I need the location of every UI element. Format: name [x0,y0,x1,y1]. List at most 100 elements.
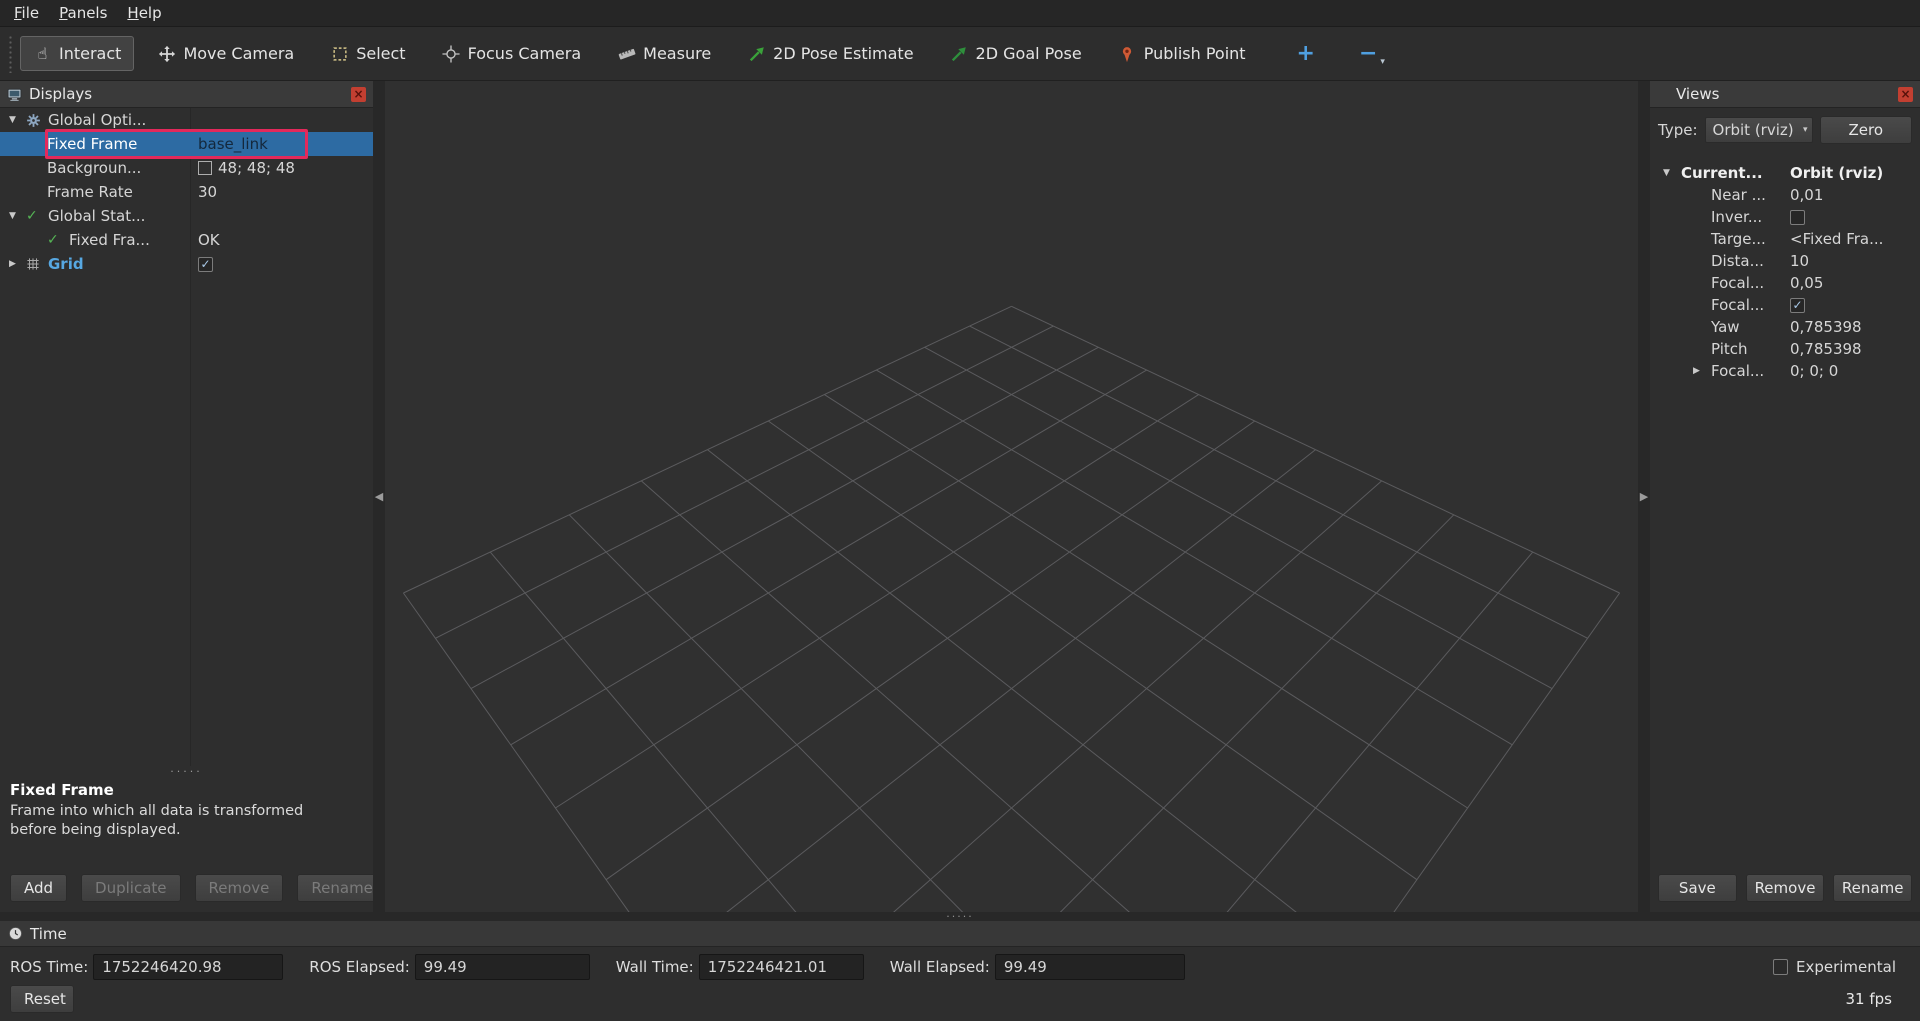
measure-ruler-icon [617,44,636,63]
property-name: Global Stat... [48,207,145,225]
remove-button[interactable]: Remove [1746,874,1825,902]
view-type-combobox[interactable]: Orbit (rviz) ▾ [1705,117,1813,143]
time-field-value[interactable]: 99.49 [415,954,590,980]
property-name: Grid [48,255,84,273]
tool-measure[interactable]: Measure [604,36,724,71]
expander-down-icon[interactable]: ▼ [9,211,26,221]
view-property-row[interactable]: ▶Focal...0; 0; 0 [1650,360,1920,382]
tool-label: Focus Camera [468,44,582,63]
close-icon[interactable] [1898,87,1913,102]
property-name: Dista... [1711,252,1764,270]
chevron-down-icon: ▾ [1380,57,1385,67]
view-property-row[interactable]: Dista...10 [1650,250,1920,272]
bottom-splitter[interactable] [0,912,1920,921]
expander-down-icon[interactable]: ▼ [9,115,26,125]
property-value: 0,01 [1790,186,1823,204]
property-value: 0,785398 [1790,318,1862,336]
menu-file[interactable]: File [4,1,49,25]
property-name: Frame Rate [47,183,133,201]
zero-button[interactable]: Zero [1820,116,1912,144]
view-property-row[interactable]: Pitch0,785398 [1650,338,1920,360]
display-property-row[interactable]: ▼✓Global Stat... [0,204,373,228]
toolbar-drag-handle[interactable] [8,35,14,73]
chevron-down-icon: ▾ [1800,125,1808,135]
reset-button[interactable]: Reset [10,985,74,1013]
enable-checkbox[interactable] [198,257,213,272]
displays-titlebar[interactable]: Displays [0,81,373,108]
save-button[interactable]: Save [1658,874,1737,902]
display-property-row[interactable]: Frame Rate 30 [0,180,373,204]
left-splitter[interactable]: ◀ [373,81,385,912]
property-name: Near ... [1711,186,1766,204]
tool-interact[interactable]: ☝Interact [20,36,134,71]
status-ok-icon: ✓ [47,233,69,247]
display-property-row[interactable]: Fixed Framebase_link [0,132,373,156]
view-type-row: Type: Orbit (rviz) ▾ Zero [1650,108,1920,150]
display-property-row[interactable]: ▼Global Opti... [0,108,373,132]
viewport-3d[interactable] [385,81,1638,912]
view-property-row[interactable]: Yaw0,785398 [1650,316,1920,338]
experimental-label: Experimental [1796,958,1896,976]
tool-focus-camera[interactable]: Focus Camera [429,36,595,71]
view-property-row[interactable]: Focal... 0,05 [1650,272,1920,294]
property-value: 30 [198,183,217,201]
help-title: Fixed Frame [10,781,363,799]
toolbar-tools: ☝Interact Move Camera Select Focus Camera Me… [20,36,1259,71]
expander-right-icon[interactable]: ▶ [1693,366,1711,376]
status-ok-icon: ✓ [26,209,48,223]
expander-right-icon[interactable]: ▶ [9,259,26,269]
menu-panels[interactable]: Panels [49,1,117,25]
collapse-left-icon[interactable]: ◀ [375,490,383,503]
view-property-row[interactable]: ▼Current...Orbit (rviz) [1650,162,1920,184]
color-swatch[interactable] [198,161,212,175]
time-fields-row: ROS Time:1752246420.98ROS Elapsed:99.49W… [0,947,1920,980]
collapse-right-icon[interactable]: ▶ [1640,490,1648,503]
property-value: 48; 48; 48 [218,159,295,177]
time-fields: ROS Time:1752246420.98ROS Elapsed:99.49W… [10,954,1185,980]
menu-help[interactable]: Help [117,1,171,25]
select-box-icon [330,44,349,63]
tool-select[interactable]: Select [317,36,418,71]
view-property-row[interactable]: Targe...<Fixed Fra... [1650,228,1920,250]
add-tool-button[interactable]: + [1289,41,1323,66]
publish-point-pin-icon [1118,44,1137,63]
tool-label: Measure [643,44,711,63]
close-icon[interactable] [351,87,366,102]
view-property-row[interactable]: Near ... 0,01 [1650,184,1920,206]
expander-down-icon[interactable]: ▼ [1663,168,1681,178]
time-field-value[interactable]: 1752246421.01 [699,954,864,980]
property-name: Focal... [1711,274,1764,292]
view-property-row[interactable]: Inver... [1650,206,1920,228]
tool-2d-pose-estimate[interactable]: 2D Pose Estimate [734,36,926,71]
time-titlebar[interactable]: Time [0,921,1920,947]
property-name: Fixed Frame [47,135,137,153]
property-value: 0,05 [1790,274,1823,292]
rename-button[interactable]: Rename [1833,874,1912,902]
help-splitter-handle[interactable] [0,766,373,777]
property-value: 0,785398 [1790,340,1862,358]
display-property-row[interactable]: ▶ Grid [0,252,373,276]
time-field-value[interactable]: 99.49 [995,954,1185,980]
display-property-row[interactable]: ✓Fixed Fra...OK [0,228,373,252]
property-value: Orbit (rviz) [1790,164,1883,182]
tool-2d-goal-pose[interactable]: 2D Goal Pose [937,36,1095,71]
property-name: Focal... [1711,296,1764,314]
property-checkbox[interactable] [1790,210,1805,225]
display-property-row[interactable]: Backgroun...48; 48; 48 [0,156,373,180]
tool-move-camera[interactable]: Move Camera [144,36,307,71]
property-checkbox[interactable] [1790,298,1805,313]
experimental-checkbox[interactable] [1773,959,1788,975]
remove-tool-button[interactable]: − ▾ [1353,41,1391,67]
tool-label: Select [356,44,405,63]
views-titlebar[interactable]: Views [1650,81,1920,108]
pose-estimate-arrow-icon [747,44,766,63]
move-camera-icon [157,44,176,63]
views-panel: Views Type: Orbit (rviz) ▾ Zero ▼Current… [1650,81,1920,912]
tool-publish-point[interactable]: Publish Point [1105,36,1259,71]
add-button[interactable]: Add [10,874,67,902]
property-name: Fixed Fra... [69,231,150,249]
views-panel-title: Views [1676,85,1719,103]
view-property-row[interactable]: Focal... [1650,294,1920,316]
right-splitter[interactable]: ▶ [1638,81,1650,912]
time-field-value[interactable]: 1752246420.98 [93,954,283,980]
